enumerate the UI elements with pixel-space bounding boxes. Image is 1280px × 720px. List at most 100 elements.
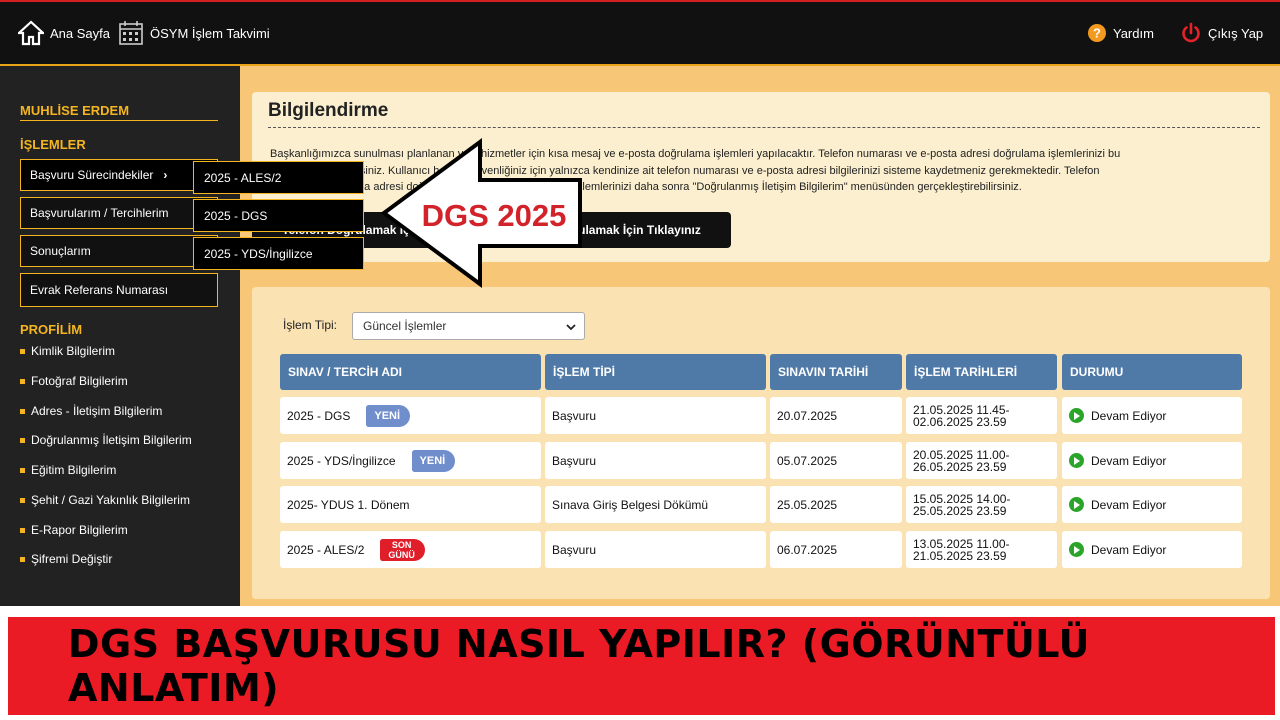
column-header-operation-type: İŞLEM TİPİ bbox=[545, 354, 766, 390]
exam-name: 2025- YDUS 1. Dönem bbox=[287, 497, 410, 512]
sidebar-item-document-reference[interactable]: Evrak Referans Numarası bbox=[20, 273, 218, 307]
submenu-item-dgs[interactable]: 2025 - DGS bbox=[193, 199, 364, 232]
date-end: 26.05.2025 23.59 bbox=[913, 459, 1007, 474]
sidebar-item-my-applications[interactable]: Başvurularım / Tercihlerim bbox=[20, 197, 218, 229]
date-start: 13.05.2025 11.00- bbox=[913, 536, 1010, 551]
sidebar-item-results[interactable]: Sonuçlarım bbox=[20, 235, 218, 267]
table-row-dgs-name[interactable]: 2025 - DGS YENİ bbox=[280, 397, 541, 434]
date-start: 15.05.2025 14.00- bbox=[913, 491, 1011, 506]
table-cell-type: Başvuru bbox=[545, 397, 766, 434]
table-cell-dates: 21.05.2025 11.45- 02.06.2025 23.59 bbox=[906, 397, 1057, 434]
home-icon bbox=[18, 20, 44, 46]
exam-name: 2025 - DGS bbox=[287, 408, 351, 423]
sidebar-link-verified-contact[interactable]: Doğrulanmış İletişim Bilgilerim bbox=[20, 433, 192, 447]
sidebar-link-label: Adres - İletişim Bilgilerim bbox=[31, 404, 163, 418]
calendar-icon bbox=[119, 21, 143, 45]
table-cell-dates: 15.05.2025 14.00- 25.05.2025 23.59 bbox=[906, 486, 1057, 523]
play-icon bbox=[1069, 408, 1084, 423]
chevron-down-icon bbox=[566, 321, 576, 335]
divider bbox=[268, 127, 1260, 128]
sidebar-item-label: Evrak Referans Numarası bbox=[30, 283, 169, 297]
home-label: Ana Sayfa bbox=[50, 25, 110, 41]
date-start: 20.05.2025 11.00- bbox=[913, 447, 1010, 462]
bullet-icon bbox=[20, 556, 25, 562]
logout-link[interactable]: Çıkış Yap bbox=[1180, 18, 1263, 48]
sidebar-link-martyr-veteran[interactable]: Şehit / Gazi Yakınlık Bilgilerim bbox=[20, 493, 190, 507]
play-icon bbox=[1069, 497, 1084, 512]
filter-label: İşlem Tipi: bbox=[283, 318, 338, 332]
date-end: 25.05.2025 23.59 bbox=[913, 503, 1007, 518]
select-value: Güncel İşlemler bbox=[363, 319, 447, 333]
sidebar-link-label: Doğrulanmış İletişim Bilgilerim bbox=[31, 433, 192, 447]
profile-heading: PROFİLİM bbox=[20, 322, 83, 337]
table-cell-status: Devam Ediyor bbox=[1062, 397, 1242, 434]
play-icon bbox=[1069, 542, 1084, 557]
bullet-icon bbox=[20, 527, 25, 533]
chevron-right-icon: › bbox=[163, 168, 168, 182]
operations-heading: İŞLEMLER bbox=[20, 137, 86, 152]
home-link[interactable]: Ana Sayfa bbox=[18, 18, 110, 48]
table-row-ales-name[interactable]: 2025 - ALES/2 SON GÜNÜ bbox=[280, 531, 541, 568]
table-cell-dates: 13.05.2025 11.00- 21.05.2025 23.59 bbox=[906, 531, 1057, 568]
banner-title: DGS BAŞVURUSU NASIL YAPILIR? (GÖRÜNTÜLÜ … bbox=[68, 622, 1091, 710]
submenu-item-yds[interactable]: 2025 - YDS/İngilizce bbox=[193, 237, 364, 270]
submenu-item-ales[interactable]: 2025 - ALES/2 bbox=[193, 161, 364, 194]
table-cell-exam-date: 06.07.2025 bbox=[770, 531, 902, 568]
sidebar-link-label: Şehit / Gazi Yakınlık Bilgilerim bbox=[31, 493, 190, 507]
bullet-icon bbox=[20, 378, 25, 384]
play-icon bbox=[1069, 453, 1084, 468]
exam-name: 2025 - ALES/2 bbox=[287, 542, 365, 557]
table-cell-exam-date: 25.05.2025 bbox=[770, 486, 902, 523]
help-icon: ? bbox=[1088, 24, 1106, 42]
sidebar-link-change-password[interactable]: Şifremi Değiştir bbox=[20, 552, 112, 566]
date-end: 02.06.2025 23.59 bbox=[913, 414, 1007, 429]
help-label: Yardım bbox=[1113, 25, 1154, 41]
sidebar-link-photo[interactable]: Fotoğraf Bilgilerim bbox=[20, 374, 128, 388]
arrow-annotation-icon: DGS 2025 bbox=[380, 138, 582, 288]
table-row-ydus-name[interactable]: 2025- YDUS 1. Dönem bbox=[280, 486, 541, 523]
sidebar-link-address[interactable]: Adres - İletişim Bilgilerim bbox=[20, 404, 162, 418]
status-text: Devam Ediyor bbox=[1091, 453, 1167, 468]
operation-type-select[interactable]: Güncel İşlemler bbox=[352, 312, 585, 340]
table-cell-type: Başvuru bbox=[545, 442, 766, 479]
column-header-status: DURUMU bbox=[1062, 354, 1242, 390]
bullet-icon bbox=[20, 348, 25, 354]
sidebar-link-e-report[interactable]: E-Rapor Bilgilerim bbox=[20, 523, 128, 537]
sidebar-link-education[interactable]: Eğitim Bilgilerim bbox=[20, 463, 116, 477]
new-badge: YENİ bbox=[366, 404, 411, 427]
new-badge: YENİ bbox=[411, 449, 456, 472]
badge-line: GÜNÜ bbox=[388, 549, 415, 560]
table-row-yds-name[interactable]: 2025 - YDS/İngilizce YENİ bbox=[280, 442, 541, 479]
sidebar-link-label: Şifremi Değiştir bbox=[31, 552, 113, 566]
status-text: Devam Ediyor bbox=[1091, 542, 1167, 557]
bullet-icon bbox=[20, 437, 25, 443]
column-header-operation-dates: İŞLEM TARİHLERİ bbox=[906, 354, 1057, 390]
badge-line: SON bbox=[391, 539, 412, 550]
sidebar-link-label: Kimlik Bilgilerim bbox=[31, 344, 116, 358]
exam-name: 2025 - YDS/İngilizce bbox=[287, 453, 396, 468]
sidebar-item-label: Başvurularım / Tercihlerim bbox=[30, 206, 169, 220]
power-icon bbox=[1182, 22, 1200, 43]
sidebar-link-label: Eğitim Bilgilerim bbox=[31, 463, 117, 477]
table-cell-status: Devam Ediyor bbox=[1062, 531, 1242, 568]
table-cell-status: Devam Ediyor bbox=[1062, 486, 1242, 523]
table-cell-exam-date: 20.07.2025 bbox=[770, 397, 902, 434]
status-text: Devam Ediyor bbox=[1091, 497, 1167, 512]
help-link[interactable]: ? Yardım bbox=[1087, 18, 1154, 48]
sidebar-item-ongoing-applications[interactable]: Başvuru Sürecindekiler › bbox=[20, 159, 218, 191]
arrow-label: DGS 2025 bbox=[422, 198, 567, 233]
sidebar-link-identity[interactable]: Kimlik Bilgilerim bbox=[20, 344, 115, 358]
sidebar-link-label: E-Rapor Bilgilerim bbox=[31, 523, 128, 537]
table-cell-status: Devam Ediyor bbox=[1062, 442, 1242, 479]
column-header-exam-name: SINAV / TERCİH ADI bbox=[280, 354, 541, 390]
info-title: Bilgilendirme bbox=[268, 100, 389, 121]
calendar-link[interactable]: ÖSYM İşlem Takvimi bbox=[118, 18, 270, 48]
bullet-icon bbox=[20, 408, 25, 414]
title-banner: DGS BAŞVURUSU NASIL YAPILIR? (GÖRÜNTÜLÜ … bbox=[8, 617, 1275, 715]
date-end: 21.05.2025 23.59 bbox=[913, 548, 1007, 563]
sidebar-item-label: Başvuru Sürecindekiler bbox=[30, 168, 154, 182]
logout-label: Çıkış Yap bbox=[1208, 25, 1264, 41]
sidebar-link-label: Fotoğraf Bilgilerim bbox=[31, 374, 128, 388]
user-name: MUHLİSE ERDEM bbox=[20, 103, 218, 121]
calendar-label: ÖSYM İşlem Takvimi bbox=[150, 25, 270, 41]
